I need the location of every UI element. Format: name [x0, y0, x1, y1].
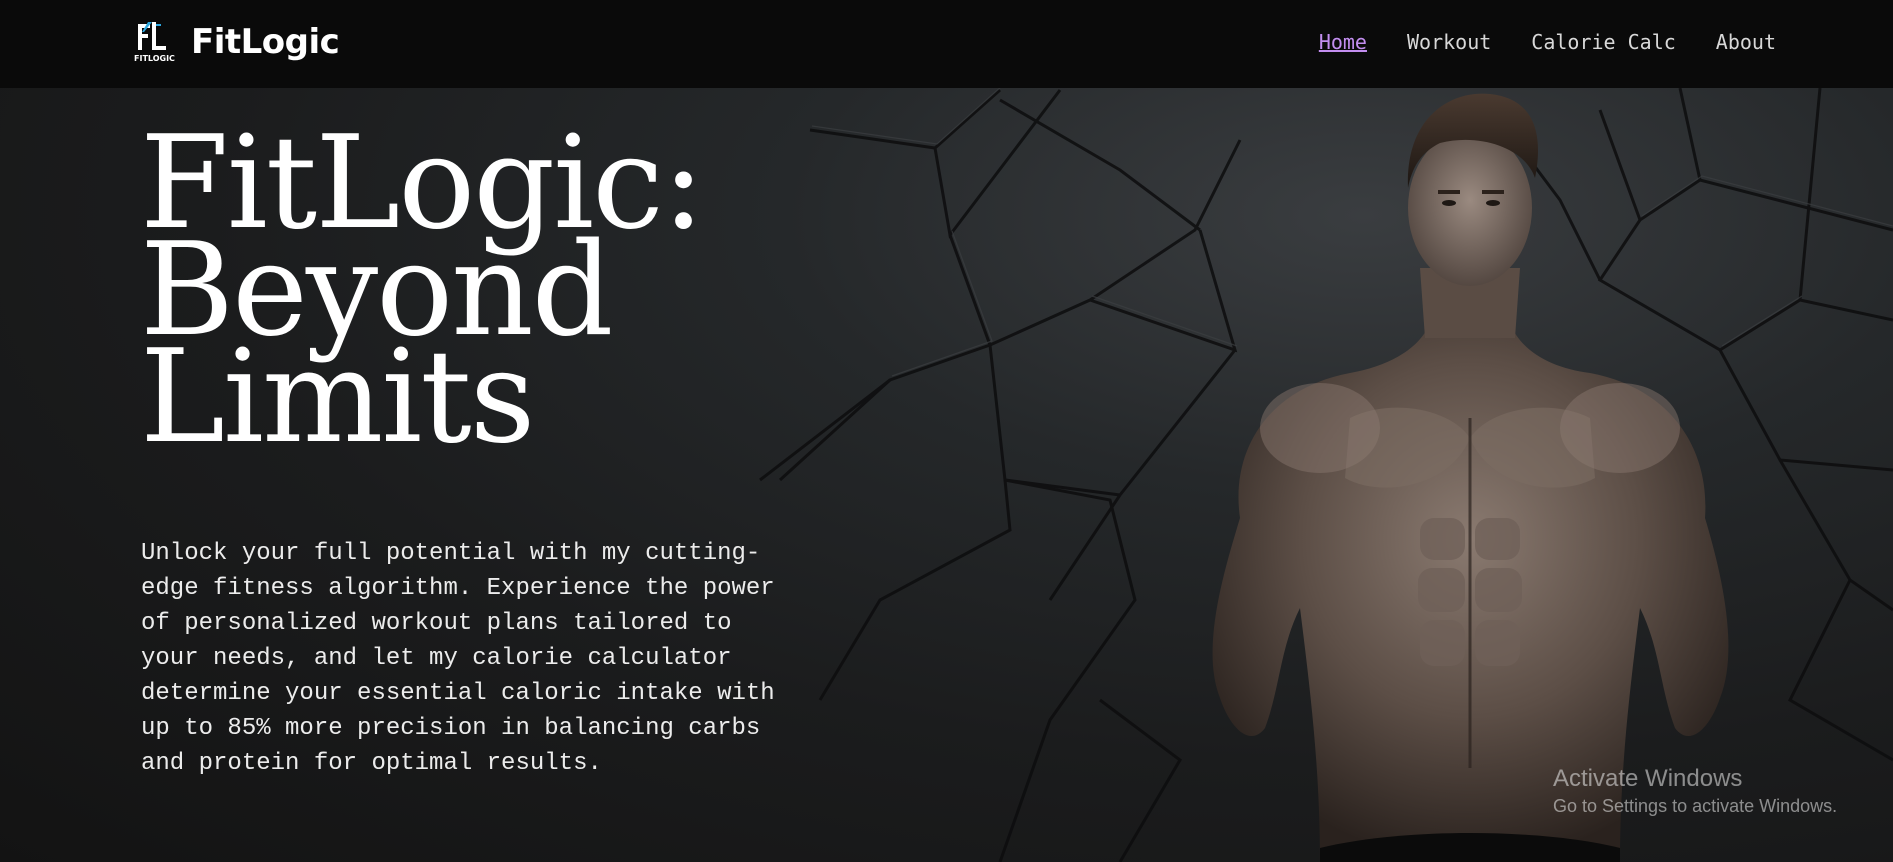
nav-home-link[interactable]: Home — [1319, 28, 1367, 56]
main-nav: Home Workout Calorie Calc About — [1319, 28, 1776, 56]
hero-description: Unlock your full potential with my cutti… — [141, 540, 775, 777]
watermark-subtitle: Go to Settings to activate Windows. — [1553, 796, 1838, 816]
svg-text:FITLOGIC: FITLOGIC — [134, 54, 175, 63]
nav-about-link[interactable]: About — [1716, 28, 1776, 56]
hero-title: FitLogic: Beyond Limits — [140, 120, 840, 462]
page: FITLOGIC FitLogic Home Workout Calorie C… — [0, 0, 1893, 862]
nav-workout-link[interactable]: Workout — [1407, 28, 1491, 56]
windows-activation-watermark: Activate Windows Go to Settings to activ… — [1553, 764, 1837, 818]
watermark-title: Activate Windows — [1553, 765, 1743, 792]
brand-name[interactable]: FitLogic — [191, 20, 340, 64]
fitlogic-logo-icon[interactable]: FITLOGIC — [134, 20, 176, 64]
hero-title-line-3: Limits — [140, 323, 535, 472]
navbar: FITLOGIC FitLogic Home Workout Calorie C… — [0, 0, 1893, 88]
hero-athlete-image — [1212, 93, 1729, 862]
nav-calorie-calc-link[interactable]: Calorie Calc — [1531, 28, 1676, 56]
